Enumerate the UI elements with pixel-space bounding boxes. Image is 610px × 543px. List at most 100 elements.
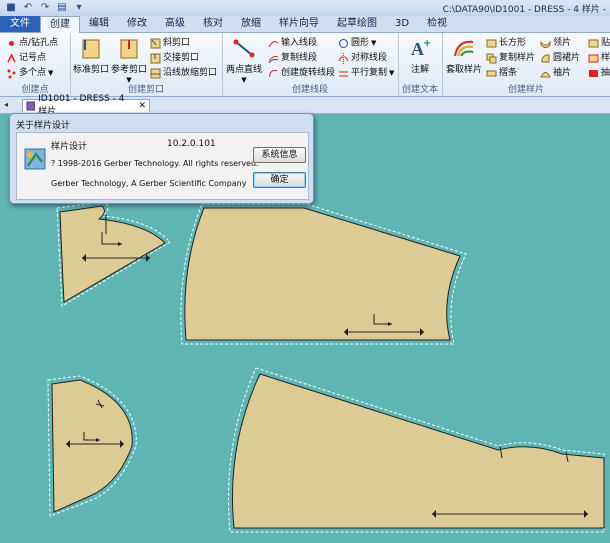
tab-create[interactable]: 创建	[40, 16, 80, 33]
mirror-line-label: 对称线段	[351, 53, 388, 63]
copy-line-button[interactable]: 复制线段	[268, 52, 317, 65]
mark-point-icon	[6, 53, 17, 64]
tab-modify[interactable]: 修改	[118, 16, 156, 32]
fold-strip-icon	[486, 68, 497, 79]
undo-icon[interactable]: ↶	[21, 1, 35, 14]
tab-view[interactable]: 检视	[418, 16, 456, 32]
tab-grade[interactable]: 放缩	[232, 16, 270, 32]
tab-verify[interactable]: 核对	[194, 16, 232, 32]
collar-label: 领片	[553, 38, 572, 48]
about-dialog: 关于样片设计 样片设计 10.2.0.101 ? 1998-2016 Gerbe…	[9, 113, 314, 204]
fold-strip-button[interactable]: 摺条	[486, 67, 517, 80]
mirror-line-button[interactable]: 对称线段	[338, 52, 387, 65]
rectangle-icon	[486, 38, 497, 49]
redo-icon[interactable]: ↷	[38, 1, 52, 14]
product-name: 样片设计	[51, 142, 88, 152]
point-drill-label: 点/钻孔点	[19, 38, 59, 48]
circle-button[interactable]: 圆形 ▼	[338, 37, 376, 50]
mirror-line-icon	[338, 53, 349, 64]
company-text: Gerber Technology, A Gerber Scientific C…	[51, 179, 247, 188]
line-grade-notch-icon	[150, 68, 161, 79]
tab-advanced[interactable]: 高级	[156, 16, 194, 32]
quick-access-toolbar: ■ ↶ ↷ ▤ ▾	[4, 1, 86, 14]
tab-piece-wizard[interactable]: 样片向导	[270, 16, 328, 32]
tab-drafting[interactable]: 起草绘图	[328, 16, 386, 32]
save-icon[interactable]: ■	[4, 1, 18, 14]
rotate-line-button[interactable]: 创建旋转线段	[268, 67, 335, 80]
rectangle-button[interactable]: 长方形	[486, 37, 526, 50]
ok-button[interactable]: 确定	[253, 172, 306, 188]
line-grade-notch-button[interactable]: 沿线放缩剪口	[150, 67, 217, 80]
point-drill-button[interactable]: 点/钻孔点	[6, 37, 58, 50]
ribbon-tabs: 文件 创建 编辑 修改 高级 核对 放缩 样片向导 起草绘图 3D 检视	[0, 16, 610, 33]
system-info-button[interactable]: 系统信息	[253, 147, 306, 163]
pin-icon[interactable]: ◂	[4, 100, 8, 109]
circle-skirt-button[interactable]: 圆裙片	[540, 52, 580, 65]
standard-notch-button[interactable]: 标准剪口	[71, 35, 111, 79]
trace-piece-button[interactable]: 套取样片	[444, 35, 484, 79]
document-tab[interactable]: ID1001 - DRESS - 4 样片 ✕	[22, 94, 150, 117]
group-label: 创建线段	[291, 85, 328, 95]
annotation-label: 注解	[410, 65, 429, 75]
copy-piece-icon	[486, 53, 497, 64]
version-number: 10.2.0.101	[167, 139, 216, 149]
standard-notch-label: 标准剪口	[72, 65, 109, 75]
tab-file[interactable]: 文件	[0, 16, 40, 32]
collar-button[interactable]: 领片	[540, 37, 571, 50]
sleeve-label: 袖片	[553, 68, 572, 78]
title-bar: ■ ↶ ↷ ▤ ▾ C:\DATA90\ID1001 - DRESS - 4 样…	[0, 0, 610, 17]
circle-icon	[338, 38, 349, 49]
input-line-label: 输入线段	[281, 38, 318, 48]
group-create-line: 两点直线 ▼ 输入线段 复制线段 创建旋转线段 圆形 ▼ 对称线段 平行复制 ▼	[222, 33, 399, 96]
annotation-button[interactable]: A + 注解	[400, 35, 440, 79]
extract-button[interactable]: 抽取	[588, 67, 610, 80]
extract-label: 抽取	[601, 68, 610, 78]
point-icon	[6, 38, 17, 49]
tab-edit[interactable]: 编辑	[80, 16, 118, 32]
dialog-title: 关于样片设计	[16, 121, 71, 131]
dialog-content: 样片设计 10.2.0.101 ? 1998-2016 Gerber Techn…	[16, 132, 309, 200]
chevron-down-icon: ▼	[48, 69, 54, 77]
multi-point-button[interactable]: 多个点 ▼	[6, 67, 53, 80]
piece-button[interactable]: 样片	[588, 52, 610, 65]
multi-point-icon	[6, 68, 17, 79]
mark-point-button[interactable]: 记号点	[6, 52, 46, 65]
sleeve-button[interactable]: 袖片	[540, 67, 571, 80]
slant-notch-icon	[150, 38, 161, 49]
parallel-copy-icon	[338, 68, 349, 79]
circle-skirt-label: 圆裙片	[553, 53, 581, 63]
reference-notch-button[interactable]: 参考剪口 ▼	[109, 35, 149, 84]
app-logo-icon	[24, 148, 46, 170]
junction-notch-icon	[150, 53, 161, 64]
slant-notch-label: 斜剪口	[163, 38, 191, 48]
facing-button[interactable]: 贴边	[588, 37, 610, 50]
group-create-piece: 套取样片 长方形 复制样片 摺条 领片 圆裙片 袖片 贴边	[442, 33, 610, 96]
chevron-down-icon: ▼	[371, 39, 377, 47]
document-tab-bar: ◂ ID1001 - DRESS - 4 样片 ✕	[0, 94, 610, 117]
group-create-point: 点/钻孔点 记号点 多个点 ▼ 创建点	[0, 33, 71, 96]
copy-piece-button[interactable]: 复制样片	[486, 52, 535, 65]
circle-label: 圆形	[351, 38, 370, 48]
parallel-copy-button[interactable]: 平行复制 ▼	[338, 67, 394, 80]
copyright-text: ? 1998-2016 Gerber Technology. All right…	[51, 159, 259, 168]
piece-icon	[588, 53, 599, 64]
group-label: 创建文本	[401, 85, 438, 95]
print-icon[interactable]: ▤	[55, 1, 69, 14]
close-icon[interactable]: ✕	[138, 100, 146, 113]
copy-piece-label: 复制样片	[499, 53, 536, 63]
standard-notch-icon	[82, 39, 100, 59]
trace-piece-icon	[454, 40, 474, 57]
rotate-line-label: 创建旋转线段	[281, 68, 336, 78]
document-icon	[26, 101, 36, 111]
customize-dropdown-icon[interactable]: ▾	[72, 1, 86, 14]
junction-notch-button[interactable]: 交接剪口	[150, 52, 199, 65]
chevron-down-icon: ▼	[389, 69, 395, 77]
tab-3d[interactable]: 3D	[386, 16, 418, 32]
slant-notch-button[interactable]: 斜剪口	[150, 37, 190, 50]
two-point-line-button[interactable]: 两点直线 ▼	[223, 35, 265, 84]
input-line-button[interactable]: 输入线段	[268, 37, 317, 50]
piece-label: 样片	[601, 53, 610, 63]
fold-strip-label: 摺条	[499, 68, 518, 78]
trace-piece-label: 套取样片	[445, 65, 482, 75]
facing-label: 贴边	[601, 38, 610, 48]
